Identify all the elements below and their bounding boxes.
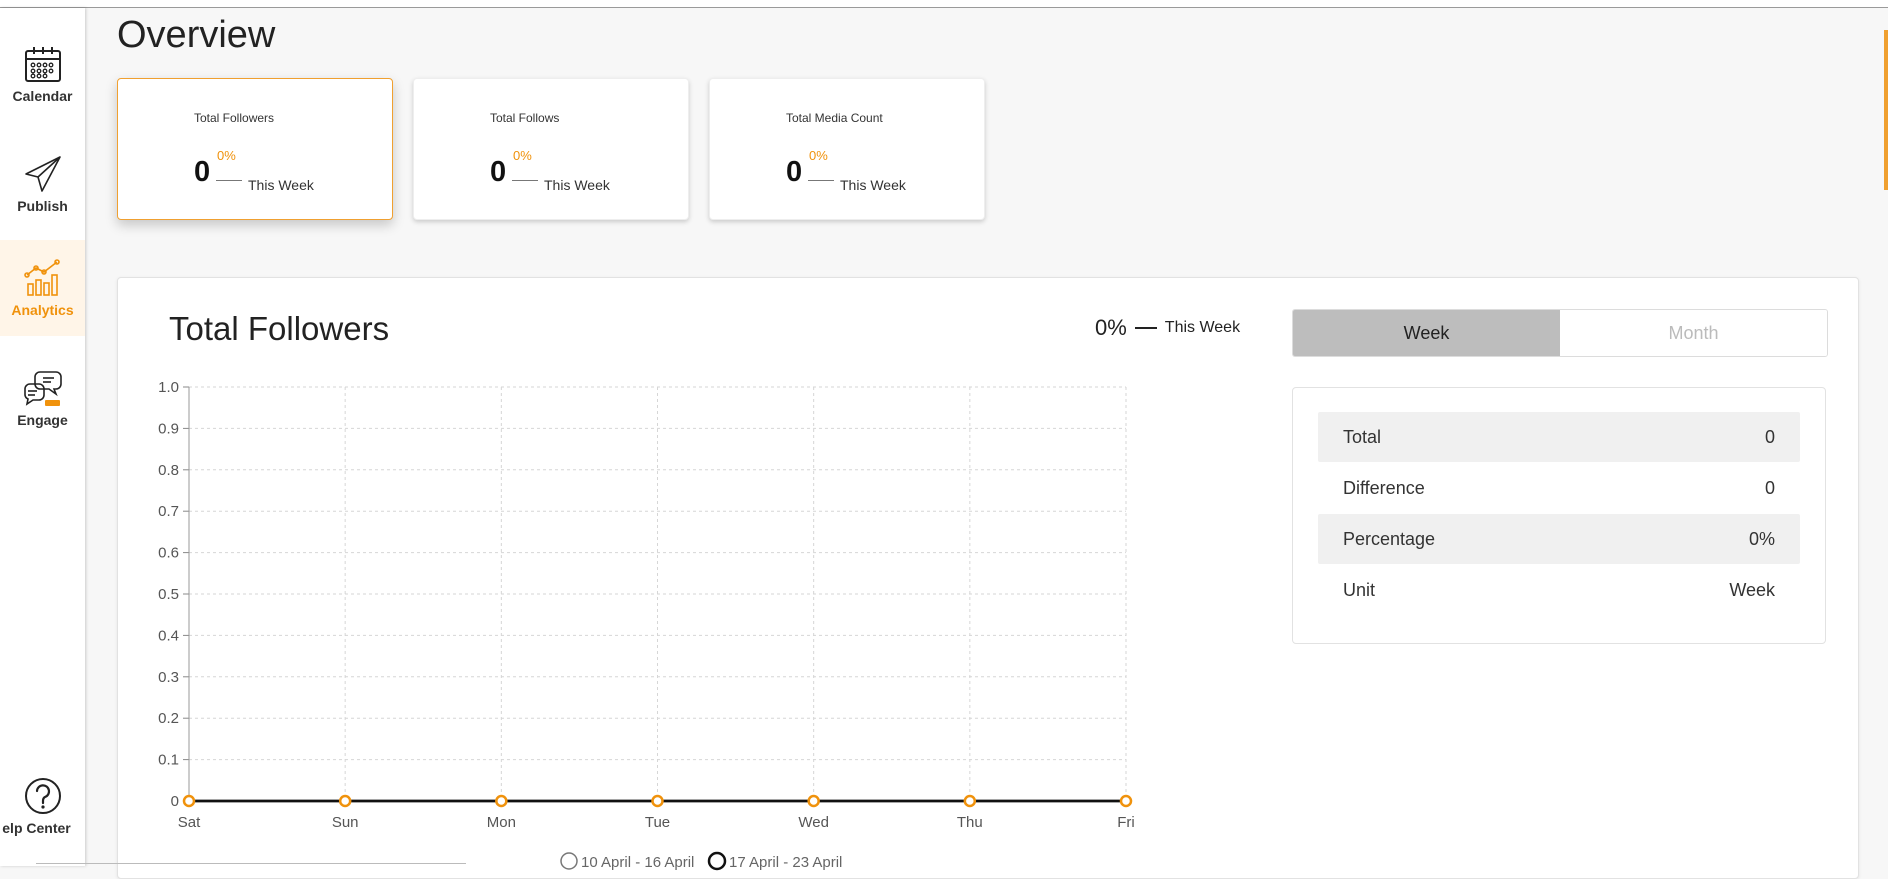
period-toggle: Week Month: [1292, 309, 1828, 357]
y-tick-label: 1.0: [158, 379, 179, 396]
legend-label: 17 April - 23 April: [729, 854, 842, 871]
legend-marker: [560, 852, 578, 870]
stats-row-difference: Difference 0: [1318, 463, 1800, 513]
stats-label: Total: [1343, 426, 1382, 447]
x-tick-label: Fri: [1117, 814, 1135, 831]
legend-marker: [707, 851, 727, 871]
stats-value: Week: [1729, 579, 1775, 600]
stat-card-label: Total Follows: [490, 111, 560, 125]
x-tick-label: Sun: [332, 814, 359, 831]
stats-table: Total 0 Difference 0 Percentage 0% Unit …: [1292, 387, 1826, 644]
stats-value: 0: [1764, 477, 1775, 498]
sidebar-item-calendar[interactable]: Calendar: [0, 26, 85, 122]
stats-label: Unit: [1343, 579, 1376, 600]
legend-label: 10 April - 16 April: [581, 854, 694, 871]
stat-card-total-media-count[interactable]: Total Media Count 0 0% This Week: [709, 78, 985, 220]
stat-card-period: This Week: [840, 177, 906, 193]
stats-value: 0%: [1748, 528, 1775, 549]
sidebar-item-label: Calendar: [12, 88, 73, 104]
y-tick-label: 0: [171, 793, 179, 810]
stats-value: 0: [1764, 426, 1775, 447]
sidebar-item-label: Engage: [17, 412, 68, 428]
data-point: [651, 794, 664, 808]
page-title: Overview: [117, 14, 276, 56]
y-tick-label: 0.1: [158, 752, 179, 769]
data-point: [963, 794, 977, 808]
calendar-icon: [24, 47, 61, 82]
trend-dash: [216, 180, 242, 181]
bottom-divider: [36, 863, 466, 864]
stats-row-percentage: Percentage 0%: [1318, 514, 1800, 564]
data-point: [338, 794, 352, 808]
y-tick-label: 0.2: [158, 710, 179, 727]
stat-card-period: This Week: [248, 177, 314, 193]
paper-plane-icon: [24, 156, 61, 192]
scroll-indicator: [1884, 30, 1888, 190]
stat-card-period: This Week: [544, 177, 610, 193]
stats-row-unit: Unit Week: [1318, 565, 1800, 615]
stats-label: Difference: [1343, 477, 1425, 498]
stat-card-percent: 0%: [513, 148, 532, 163]
sidebar: Calendar Publish Analytics Engage elp Ce…: [0, 8, 85, 866]
data-point: [1119, 794, 1133, 808]
followers-line-chart: 1.0 0.9 0.8 0.7 0.6 0.5 0.4 0.3 0.2 0.1 0 Sat Sun Mon…: [158, 379, 1135, 871]
stat-card-label: Total Media Count: [786, 111, 883, 125]
toggle-month-button[interactable]: Month: [1560, 310, 1827, 356]
y-tick-label: 0.6: [158, 545, 179, 562]
stat-card-total-followers[interactable]: Total Followers 0 0% This Week: [117, 78, 393, 220]
data-point: [495, 794, 508, 808]
y-tick-label: 0.7: [158, 503, 179, 520]
x-tick-label: Sat: [178, 814, 201, 831]
x-tick-label: Tue: [645, 814, 670, 831]
question-circle-icon: [24, 778, 61, 814]
stat-card-total-follows[interactable]: Total Follows 0 0% This Week: [413, 78, 689, 220]
stats-label: Percentage: [1343, 528, 1436, 549]
stat-card-label: Total Followers: [194, 111, 275, 125]
data-point: [807, 794, 820, 808]
sidebar-item-analytics[interactable]: Analytics: [0, 240, 85, 336]
stat-card-percent: 0%: [809, 148, 828, 163]
data-point: [182, 794, 196, 808]
y-tick-label: 0.4: [158, 627, 179, 644]
stats-row-total: Total 0: [1318, 412, 1800, 462]
sidebar-item-engage[interactable]: Engage: [0, 350, 85, 446]
x-tick-label: Wed: [798, 814, 829, 831]
stat-card-percent: 0%: [217, 148, 236, 163]
toggle-week-button[interactable]: Week: [1293, 310, 1560, 356]
sidebar-item-label: elp Center: [2, 820, 71, 836]
sidebar-item-label: Publish: [17, 198, 68, 214]
y-tick-label: 0.3: [158, 669, 179, 686]
sidebar-item-help-center[interactable]: elp Center: [0, 758, 85, 854]
stat-card-value: 0: [194, 156, 211, 188]
stat-card-value: 0: [490, 156, 507, 188]
y-tick-label: 0.9: [158, 420, 179, 437]
trend-dash: [512, 180, 538, 181]
sidebar-item-publish[interactable]: Publish: [0, 136, 85, 232]
trend-dash: [808, 180, 834, 181]
y-tick-label: 0.8: [158, 462, 179, 479]
sidebar-item-label: Analytics: [11, 302, 74, 318]
analytics-chart-icon: [23, 259, 60, 296]
x-tick-label: Thu: [957, 814, 983, 831]
window-top-border: [0, 0, 1888, 8]
followers-chart-panel: Total Followers 0% This Week 1.0 0.9 0.8 0.…: [117, 277, 1859, 879]
stat-card-value: 0: [786, 156, 803, 188]
y-tick-label: 0.5: [158, 586, 179, 603]
chat-bubbles-icon: [23, 371, 62, 406]
x-tick-label: Mon: [487, 814, 516, 831]
